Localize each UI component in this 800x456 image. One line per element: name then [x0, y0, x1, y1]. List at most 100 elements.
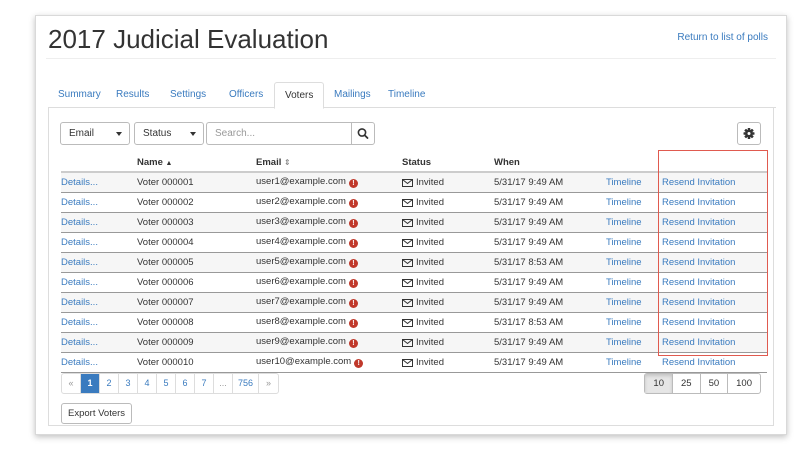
timeline-link[interactable]: Timeline [606, 297, 642, 308]
tab-officers[interactable]: Officers [219, 82, 273, 108]
envelope-icon [402, 318, 413, 327]
warning-icon[interactable]: ! [348, 299, 358, 308]
details-link[interactable]: Details... [61, 317, 98, 328]
tab-mailings[interactable]: Mailings [324, 82, 381, 108]
chevron-down-icon [116, 132, 122, 136]
tab-settings[interactable]: Settings [160, 82, 216, 108]
field-select[interactable]: Email [60, 122, 130, 145]
status-column-header[interactable]: Status [402, 153, 494, 173]
status-select[interactable]: Status [134, 122, 204, 145]
resend-invitation-link[interactable]: Resend Invitation [662, 297, 735, 308]
details-link[interactable]: Details... [61, 337, 98, 348]
details-link[interactable]: Details... [61, 297, 98, 308]
resend-invitation-link[interactable]: Resend Invitation [662, 197, 735, 208]
envelope-icon [402, 358, 413, 367]
status-text: Invited [416, 196, 444, 208]
page-6[interactable]: 6 [176, 374, 195, 393]
status-text: Invited [416, 276, 444, 288]
timeline-link[interactable]: Timeline [606, 237, 642, 248]
warning-icon[interactable]: ! [348, 339, 358, 348]
resend-invitation-link[interactable]: Resend Invitation [662, 317, 735, 328]
table-row: Details... Voter 000009 user9@example.com!… [61, 332, 767, 353]
details-link[interactable]: Details... [61, 177, 98, 188]
warning-icon[interactable]: ! [348, 179, 358, 189]
page-2[interactable]: 2 [100, 374, 119, 393]
warning-icon[interactable]: ! [348, 199, 358, 208]
timeline-link[interactable]: Timeline [606, 217, 642, 228]
details-link[interactable]: Details... [61, 217, 98, 228]
return-to-polls-link[interactable]: Return to list of polls [677, 32, 768, 43]
when-column-header[interactable]: When [494, 153, 606, 173]
status-text: Invited [416, 236, 444, 248]
voter-when: 5/31/17 9:49 AM [494, 292, 606, 313]
email-column-header[interactable]: Email ⇕ [256, 153, 402, 173]
page-5[interactable]: 5 [157, 374, 176, 393]
voter-name: Voter 000003 [137, 212, 256, 233]
voters-panel: Email Status Search... Name ▲ Email ⇕ St… [48, 108, 774, 426]
details-link[interactable]: Details... [61, 277, 98, 288]
search-input[interactable] [206, 122, 351, 145]
page-7[interactable]: 7 [195, 374, 214, 393]
timeline-column-header [606, 153, 662, 173]
page-756[interactable]: 756 [233, 374, 260, 393]
warning-icon[interactable]: ! [348, 279, 358, 288]
status-text: Invited [416, 356, 444, 368]
timeline-link[interactable]: Timeline [606, 317, 642, 328]
resend-invitation-link[interactable]: Resend Invitation [662, 277, 735, 288]
timeline-link[interactable]: Timeline [606, 277, 642, 288]
voter-email: user2@example.com [256, 196, 346, 207]
resend-invitation-link[interactable]: Resend Invitation [662, 237, 735, 248]
voter-status: Invited [402, 352, 494, 373]
name-column-header[interactable]: Name ▲ [137, 153, 256, 173]
warning-icon[interactable]: ! [348, 319, 358, 328]
details-link[interactable]: Details... [61, 237, 98, 248]
voter-email: user4@example.com [256, 236, 346, 247]
envelope-icon [402, 298, 413, 307]
resend-invitation-link[interactable]: Resend Invitation [662, 177, 735, 188]
envelope-icon [402, 258, 413, 267]
warning-icon[interactable]: ! [348, 239, 358, 248]
voter-email: user5@example.com [256, 256, 346, 267]
page-size-100[interactable]: 100 [728, 374, 760, 393]
pagination-next[interactable]: » [259, 374, 278, 393]
page-size-selector: 10 25 50 100 [644, 373, 761, 394]
warning-icon[interactable]: ! [348, 259, 358, 268]
page-size-10[interactable]: 10 [645, 374, 673, 393]
voter-name: Voter 000005 [137, 252, 256, 273]
details-link[interactable]: Details... [61, 257, 98, 268]
poll-card: 2017 Judicial Evaluation Return to list … [35, 15, 787, 435]
details-link[interactable]: Details... [61, 197, 98, 208]
details-link[interactable]: Details... [61, 357, 98, 368]
tab-results[interactable]: Results [106, 82, 159, 108]
page-size-25[interactable]: 25 [673, 374, 701, 393]
envelope-icon [402, 218, 413, 227]
voter-email: user3@example.com [256, 216, 346, 227]
search-button[interactable] [351, 122, 375, 145]
field-select-value: Email [69, 128, 95, 139]
timeline-link[interactable]: Timeline [606, 357, 642, 368]
page-4[interactable]: 4 [138, 374, 157, 393]
warning-icon[interactable]: ! [354, 359, 364, 368]
resend-invitation-link[interactable]: Resend Invitation [662, 337, 735, 348]
voter-when: 5/31/17 9:49 AM [494, 212, 606, 233]
resend-invitation-link[interactable]: Resend Invitation [662, 357, 735, 368]
pagination-prev[interactable]: « [62, 374, 81, 393]
page-1[interactable]: 1 [81, 374, 100, 393]
details-column-header [61, 153, 137, 173]
timeline-link[interactable]: Timeline [606, 337, 642, 348]
table-settings-button[interactable] [737, 122, 761, 145]
voter-email: user6@example.com [256, 276, 346, 287]
timeline-link[interactable]: Timeline [606, 257, 642, 268]
timeline-link[interactable]: Timeline [606, 177, 642, 188]
timeline-link[interactable]: Timeline [606, 197, 642, 208]
tab-summary[interactable]: Summary [48, 82, 111, 108]
tab-timeline[interactable]: Timeline [378, 82, 435, 108]
table-header-row: Name ▲ Email ⇕ Status When [61, 153, 767, 173]
resend-invitation-link[interactable]: Resend Invitation [662, 217, 735, 228]
warning-icon[interactable]: ! [348, 219, 358, 228]
tab-voters[interactable]: Voters [274, 82, 325, 109]
export-voters-button[interactable]: Export Voters [61, 403, 133, 424]
resend-invitation-link[interactable]: Resend Invitation [662, 257, 735, 268]
page-3[interactable]: 3 [119, 374, 138, 393]
page-size-50[interactable]: 50 [701, 374, 729, 393]
